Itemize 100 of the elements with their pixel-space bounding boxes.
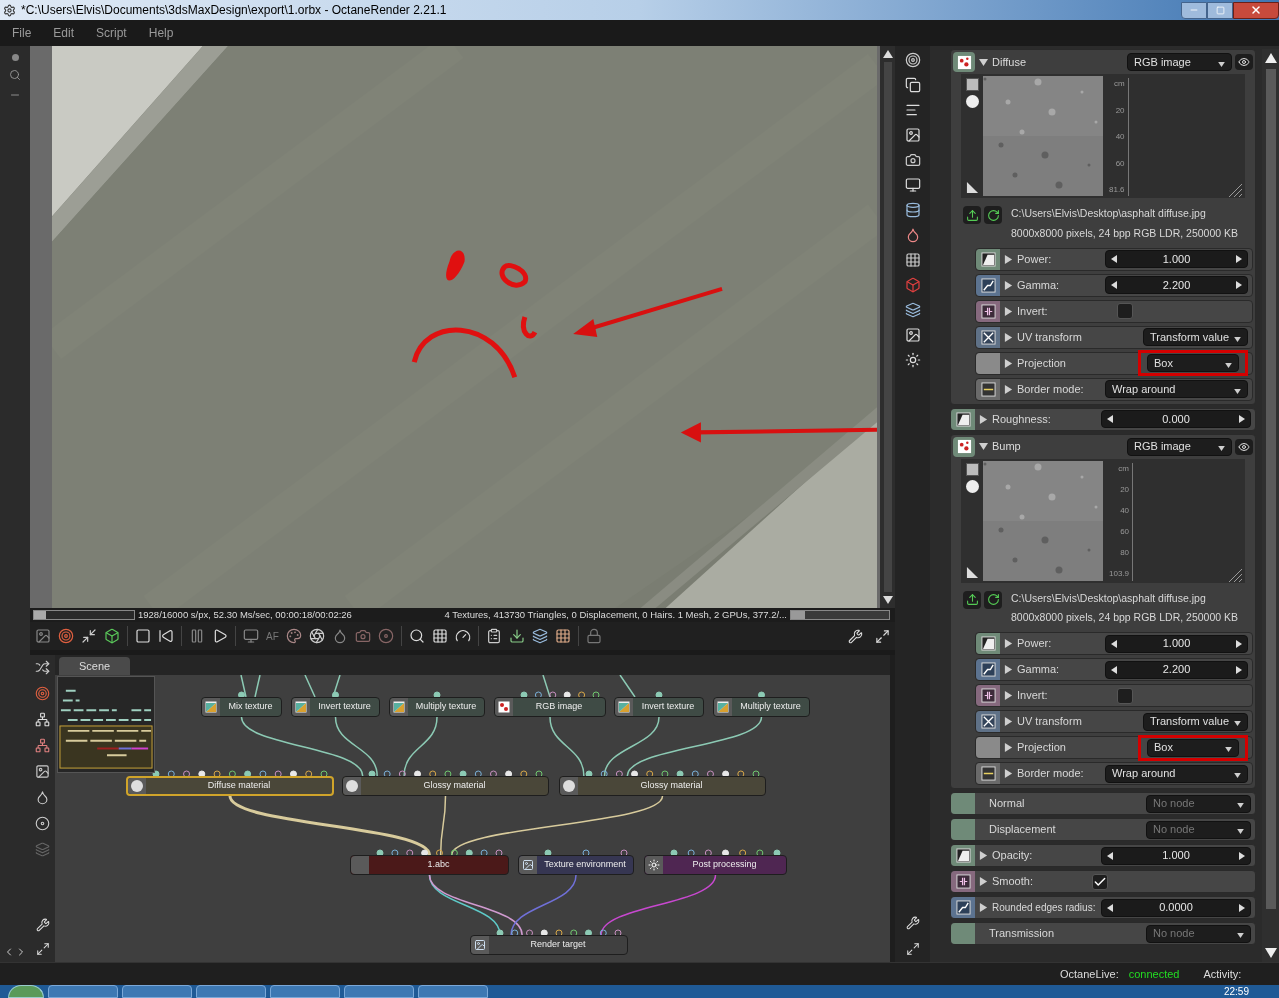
texture-type-dropdown[interactable]: RGB image [1127, 53, 1232, 71]
close-button[interactable] [1233, 1, 1279, 19]
target-icon[interactable] [904, 52, 921, 68]
input-pins-drawing[interactable] [585, 770, 760, 778]
input-pins-drawing[interactable] [238, 691, 245, 699]
shuffle-icon[interactable] [35, 660, 50, 675]
expand-triangle-icon[interactable] [1004, 254, 1013, 264]
autofocus-button[interactable]: AF [266, 628, 279, 644]
expand-triangle-icon[interactable] [1004, 280, 1013, 290]
number-field[interactable]: 1.000 [1101, 846, 1251, 865]
number-field[interactable]: 0.000 [1101, 410, 1251, 428]
resize-grip-icon[interactable] [1227, 182, 1243, 198]
graph-node[interactable]: Glossy material [559, 776, 766, 796]
search-icon[interactable] [408, 628, 425, 644]
dropdown[interactable]: Wrap around [1105, 380, 1248, 398]
expand-triangle-icon[interactable] [979, 851, 988, 860]
scroll-down-icon[interactable] [1264, 948, 1277, 958]
ruler-icon[interactable] [965, 565, 979, 579]
input-pins-drawing[interactable] [655, 691, 663, 699]
image-icon[interactable] [35, 628, 51, 644]
input-pins-drawing[interactable] [433, 691, 441, 699]
checker-icon[interactable] [554, 628, 571, 644]
input-pins-drawing[interactable] [544, 849, 628, 857]
decrement-arrow-icon[interactable] [1107, 903, 1113, 912]
graph-node[interactable]: Texture environment [518, 855, 634, 875]
dropdown[interactable]: Wrap around [1105, 764, 1248, 783]
wrench-icon[interactable] [848, 628, 863, 644]
input-pins-drawing[interactable] [152, 770, 328, 778]
scene-tab[interactable]: Scene [59, 657, 131, 675]
number-field[interactable]: 1.000 [1105, 634, 1248, 653]
number-field[interactable]: 1.000 [1105, 250, 1248, 268]
ruler-icon[interactable] [965, 181, 979, 194]
visibility-button[interactable] [1235, 438, 1253, 455]
decrement-arrow-icon[interactable] [1107, 851, 1113, 860]
shrink-icon[interactable] [81, 628, 97, 644]
grid-icon[interactable] [904, 252, 921, 268]
restart-icon[interactable] [158, 628, 174, 644]
graph-node[interactable]: Multiply texture [389, 697, 485, 717]
expand-triangle-icon[interactable] [1004, 665, 1013, 674]
layers-icon[interactable] [904, 302, 921, 318]
dropdown[interactable]: Transform value [1143, 328, 1248, 346]
resize-grip-icon[interactable] [1227, 566, 1243, 583]
expand-triangle-icon[interactable] [1004, 639, 1013, 648]
flat-preview-icon[interactable] [965, 462, 979, 476]
checkbox[interactable] [1117, 303, 1133, 319]
palette-icon[interactable] [285, 628, 302, 644]
texture-type-dropdown[interactable]: RGB image [1127, 437, 1232, 456]
droplet-icon[interactable] [35, 790, 50, 805]
graph-node[interactable]: Invert texture [614, 697, 704, 717]
scroll-up-icon[interactable] [882, 50, 893, 58]
vertical-scrollbar[interactable] [1262, 49, 1279, 962]
number-field[interactable]: 2.200 [1105, 660, 1248, 679]
sphere-preview-icon[interactable] [965, 95, 979, 108]
input-pins-drawing[interactable] [376, 849, 503, 857]
number-field[interactable]: 2.200 [1105, 276, 1248, 294]
image-icon[interactable] [35, 764, 50, 779]
flat-preview-icon[interactable] [965, 78, 979, 91]
zoom-icon[interactable] [9, 69, 21, 81]
download-icon[interactable] [508, 628, 525, 644]
start-orb-icon[interactable] [8, 985, 44, 998]
input-pins-drawing[interactable] [368, 770, 543, 778]
monitor-icon[interactable] [243, 628, 259, 644]
menu-item[interactable]: File [12, 24, 32, 42]
expand-triangle-icon[interactable] [1004, 306, 1013, 316]
dropdown[interactable]: Box [1147, 738, 1239, 757]
cube-icon[interactable] [904, 277, 921, 293]
graph-node[interactable]: Invert texture [291, 697, 380, 717]
reload-button[interactable] [984, 206, 1002, 224]
menu-item[interactable]: Help [148, 24, 174, 42]
lens-icon[interactable] [308, 628, 325, 644]
maximize-button[interactable] [1207, 1, 1233, 19]
expand-triangle-icon[interactable] [979, 903, 988, 912]
fullscreen-icon[interactable] [35, 942, 50, 956]
database-icon[interactable] [904, 202, 921, 218]
checkbox[interactable] [1092, 873, 1108, 890]
graph-node[interactable]: Diffuse material [126, 776, 334, 796]
dropdown[interactable]: Transform value [1143, 712, 1248, 731]
graph-node[interactable]: Post processing [644, 855, 787, 875]
expand-triangle-icon[interactable] [1004, 332, 1013, 342]
decrement-arrow-icon[interactable] [1111, 665, 1117, 674]
graph-node[interactable]: 1.abc [350, 855, 509, 875]
reload-button[interactable] [984, 590, 1002, 609]
menu-item[interactable]: Edit [53, 24, 75, 42]
visibility-button[interactable] [1235, 54, 1253, 70]
network-icon[interactable] [35, 712, 50, 727]
lock-icon[interactable] [585, 628, 602, 644]
play-icon[interactable] [212, 628, 228, 644]
graph-node[interactable]: Render target [470, 935, 628, 955]
copy-icon[interactable] [904, 77, 921, 93]
sun-icon[interactable] [904, 352, 921, 368]
wrench-icon[interactable] [905, 916, 920, 930]
increment-arrow-icon[interactable] [1239, 851, 1245, 860]
input-pins-drawing[interactable] [520, 691, 600, 699]
decrement-arrow-icon[interactable] [1107, 415, 1113, 423]
clipboard-icon[interactable] [485, 628, 502, 644]
pause-icon[interactable] [189, 628, 205, 644]
expand-triangle-icon[interactable] [979, 877, 988, 886]
stop-icon[interactable] [135, 628, 151, 644]
wrench-icon[interactable] [35, 918, 50, 932]
network-icon[interactable] [35, 738, 50, 753]
